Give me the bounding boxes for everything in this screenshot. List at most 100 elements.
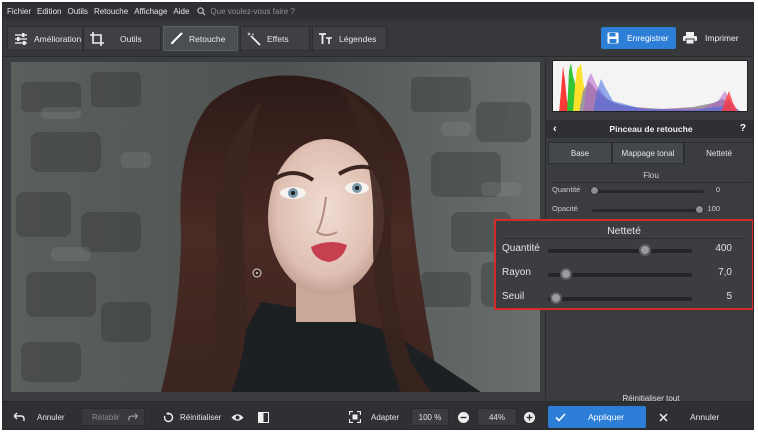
subtab-base[interactable]: Base (548, 142, 612, 164)
slider-handle[interactable] (590, 186, 599, 195)
tab-amelioration[interactable]: Amélioration (7, 26, 83, 51)
zoom-100-button[interactable]: 100 % (411, 408, 449, 426)
panel-subtabs: Base Mappage tonal Netteté (548, 142, 753, 164)
search-placeholder: Que voulez-vous faire ? (210, 7, 295, 16)
fit-screen-icon (349, 411, 361, 423)
reset-button[interactable]: Réinitialiser (163, 402, 222, 429)
subtab-mappage-tonal-label: Mappage tonal (621, 148, 675, 158)
cancel-button[interactable]: Annuler (653, 406, 751, 428)
nettete-settings-highlight: Netteté Quantité 400 Rayon 7,0 Seuil 5 (494, 219, 753, 310)
slider-track[interactable] (548, 249, 692, 253)
search-icon (197, 7, 206, 16)
menu-bar: Fichier Edition Outils Retouche Affichag… (3, 3, 753, 20)
nettete-quantite-slider[interactable]: Quantité 400 (502, 243, 748, 257)
floppy-disk-icon (607, 32, 619, 44)
redo-label: Rétablir (92, 412, 120, 422)
divider (552, 182, 750, 183)
panel-title: Pinceau de retouche (609, 124, 693, 134)
histogram (552, 60, 748, 112)
back-arrow-icon[interactable]: ‹ (553, 123, 557, 135)
zoom-out-button[interactable] (458, 402, 475, 429)
slider-handle[interactable] (550, 292, 562, 304)
slider-handle[interactable] (560, 268, 572, 280)
zoom-level-field[interactable]: 44% (477, 408, 517, 426)
menu-edition[interactable]: Edition (37, 7, 61, 16)
flou-quantite-label: Quantité (552, 185, 581, 194)
redo-icon (127, 413, 138, 421)
slider-track[interactable] (592, 209, 704, 212)
crop-icon (90, 31, 104, 46)
reset-label: Réinitialiser (180, 412, 222, 422)
tab-retouche-label: Retouche (189, 33, 226, 44)
checkmark-icon (555, 412, 566, 422)
menu-outils[interactable]: Outils (67, 7, 87, 16)
tab-legendes-label: Légendes (339, 33, 377, 44)
help-icon[interactable]: ? (740, 123, 746, 134)
bottom-bar: Annuler Rétablir Réinitialiser Adapter 1… (3, 401, 753, 429)
cancel-label: Annuler (690, 412, 720, 422)
nettete-seuil-slider[interactable]: Seuil 5 (502, 291, 748, 305)
close-icon (659, 412, 668, 422)
sliders-icon (15, 32, 27, 45)
flou-quantite-slider[interactable]: Quantité 0 (552, 185, 752, 197)
subtab-base-label: Base (570, 148, 590, 158)
zoom-level-value: 44% (488, 412, 505, 422)
menu-aide[interactable]: Aide (173, 7, 189, 16)
flou-quantite-value: 0 (715, 185, 720, 194)
tab-retouche[interactable]: Retouche (163, 26, 238, 51)
menu-fichier[interactable]: Fichier (7, 7, 31, 16)
apply-button[interactable]: Appliquer (548, 406, 646, 428)
fit-button[interactable]: Adapter (349, 402, 400, 429)
tab-legendes[interactable]: Légendes (312, 26, 387, 51)
print-button[interactable]: Imprimer (679, 27, 749, 49)
menu-affichage[interactable]: Affichage (134, 7, 167, 16)
slider-handle[interactable] (639, 244, 651, 256)
divider (502, 238, 746, 239)
nettete-seuil-value: 5 (726, 291, 732, 302)
flou-opacite-label: Opacité (552, 204, 578, 213)
save-button[interactable]: Enregistrer (601, 27, 676, 49)
menu-retouche[interactable]: Retouche (94, 7, 128, 16)
nettete-rayon-value: 7,0 (718, 267, 732, 278)
zoom-in-icon (524, 411, 535, 423)
flou-title: Flou (643, 171, 659, 180)
brush-icon (171, 32, 183, 45)
nettete-quantite-value: 400 (715, 243, 732, 254)
portrait-photo (11, 62, 540, 392)
nettete-rayon-label: Rayon (502, 267, 531, 278)
undo-button[interactable]: Annuler (13, 402, 65, 429)
text-icon (319, 32, 332, 44)
nettete-rayon-slider[interactable]: Rayon 7,0 (502, 267, 748, 281)
subtab-mappage-tonal[interactable]: Mappage tonal (612, 142, 684, 164)
redo-button[interactable]: Rétablir (81, 408, 145, 426)
compare-icon (258, 411, 269, 423)
slider-track[interactable] (548, 297, 692, 301)
panel-header: ‹ Pinceau de retouche ? (546, 120, 753, 138)
eye-icon (231, 413, 244, 421)
magic-wand-icon (247, 31, 261, 46)
compare-button[interactable] (258, 402, 275, 429)
save-button-label: Enregistrer (627, 33, 669, 43)
undo-icon (13, 412, 25, 421)
preview-eye-button[interactable] (231, 402, 250, 429)
tab-outils[interactable]: Outils (83, 26, 161, 51)
nettete-title: Netteté (607, 225, 641, 237)
tab-effets-label: Effets (267, 33, 289, 44)
reset-icon (163, 411, 174, 422)
subtab-nettete[interactable]: Netteté (684, 142, 753, 164)
image-canvas[interactable] (3, 58, 545, 399)
zoom-out-icon (458, 411, 469, 423)
search-box[interactable]: Que voulez-vous faire ? (197, 7, 295, 16)
tab-effets[interactable]: Effets (240, 26, 310, 51)
subtab-nettete-label: Netteté (706, 148, 732, 158)
histogram-graph (553, 61, 747, 111)
flou-opacite-slider[interactable]: Opacité 100 (552, 204, 752, 216)
app-window: Fichier Edition Outils Retouche Affichag… (2, 2, 754, 430)
print-button-label: Imprimer (705, 33, 739, 43)
zoom-100-label: 100 % (418, 412, 442, 422)
photo-preview[interactable] (11, 62, 540, 392)
main-toolbar: Amélioration Outils Retouche Effets Lége… (3, 20, 753, 57)
fit-label: Adapter (371, 412, 400, 422)
slider-track[interactable] (592, 190, 704, 193)
zoom-in-button[interactable] (524, 402, 541, 429)
